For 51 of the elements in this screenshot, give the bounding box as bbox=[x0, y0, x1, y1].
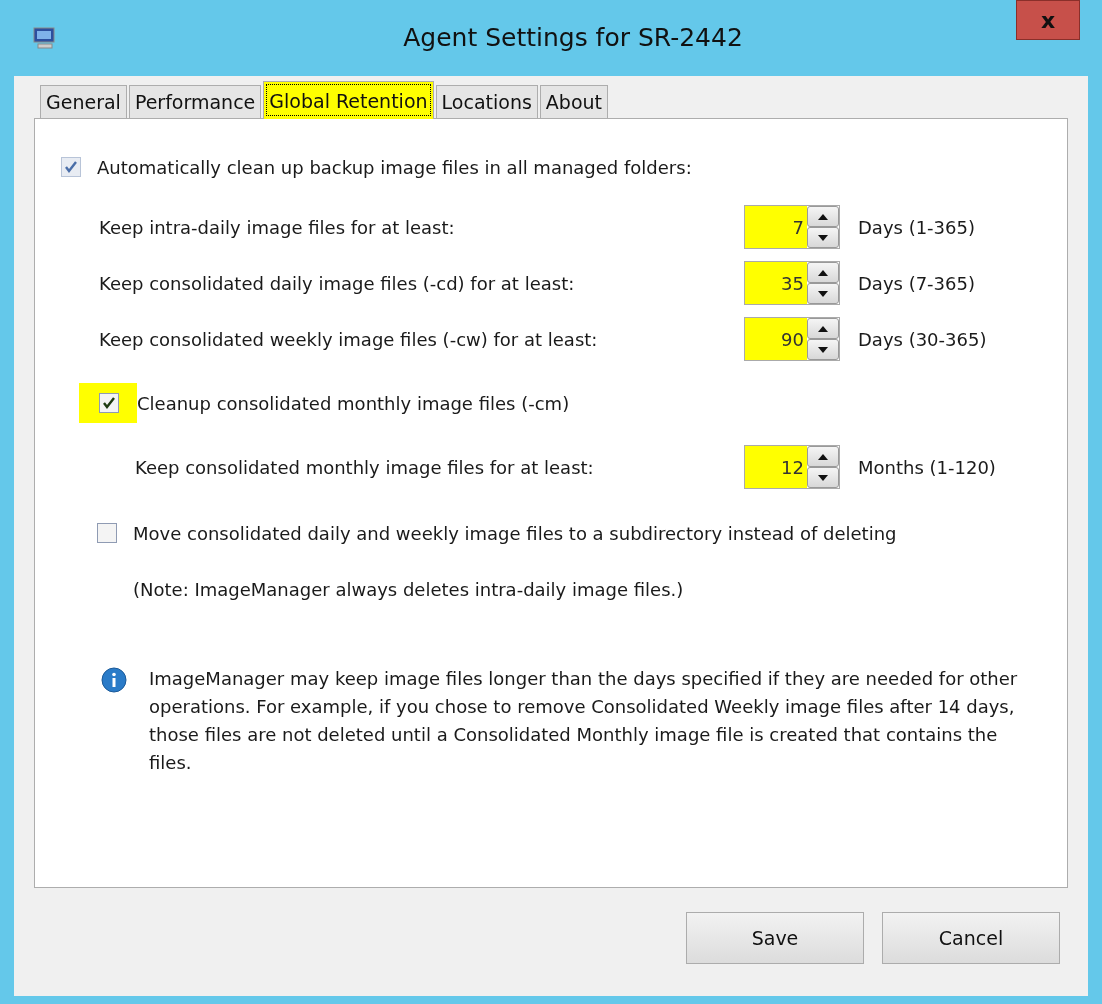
setting-label: Keep intra-daily image files for at least: bbox=[99, 216, 456, 238]
tab[interactable]: Global Retention bbox=[263, 81, 434, 119]
dialog-button[interactable]: Cancel bbox=[882, 912, 1060, 964]
checkbox[interactable] bbox=[99, 393, 119, 413]
checkbox-label: Cleanup consolidated monthly image files (-cm) bbox=[137, 392, 570, 414]
close-button[interactable]: x bbox=[1016, 0, 1080, 40]
checkmark-icon bbox=[102, 396, 116, 410]
tab[interactable]: Locations bbox=[435, 85, 538, 118]
tab[interactable]: About bbox=[539, 85, 608, 118]
note-text: (Note: ImageManager always deletes intra-daily image files.) bbox=[133, 578, 684, 600]
unit-label: Days (30-365) bbox=[858, 328, 987, 350]
up-triangle-icon bbox=[818, 269, 828, 276]
checkbox-label: Move consolidated daily and weekly image files to a subdirectory instead of deleting bbox=[133, 522, 897, 544]
number-spinner[interactable]: 7 bbox=[744, 205, 840, 249]
tab[interactable]: General bbox=[40, 85, 127, 118]
tab[interactable]: Performance bbox=[128, 85, 262, 118]
unit-label: Days (1-365) bbox=[858, 216, 975, 238]
down-triangle-icon bbox=[818, 290, 828, 297]
down-triangle-icon bbox=[818, 474, 828, 481]
down-arrow-button[interactable] bbox=[807, 467, 839, 488]
setting-label: Keep consolidated weekly image files (-cw) for at least: bbox=[99, 328, 599, 350]
dialog-button[interactable]: Save bbox=[686, 912, 864, 964]
setting-label: Keep consolidated daily image files (-cd) for at least: bbox=[99, 272, 576, 294]
up-triangle-icon bbox=[818, 325, 828, 332]
unit-label: Days (7-365) bbox=[858, 272, 975, 294]
up-triangle-icon bbox=[818, 213, 828, 220]
checkbox-label: Automatically clean up backup image files in all managed folders: bbox=[97, 156, 692, 178]
checkbox[interactable] bbox=[97, 523, 117, 543]
computer-icon bbox=[32, 25, 58, 51]
number-spinner[interactable]: 12 bbox=[744, 445, 840, 489]
up-arrow-button[interactable] bbox=[807, 446, 839, 467]
down-arrow-button[interactable] bbox=[807, 227, 839, 248]
number-spinner[interactable]: 90 bbox=[744, 317, 840, 361]
up-arrow-button[interactable] bbox=[807, 318, 839, 339]
down-triangle-icon bbox=[818, 234, 828, 241]
up-triangle-icon bbox=[818, 453, 828, 460]
up-arrow-button[interactable] bbox=[807, 262, 839, 283]
down-arrow-button[interactable] bbox=[807, 339, 839, 360]
spinner-value: 7 bbox=[745, 206, 807, 248]
setting-label: Keep consolidated monthly image files for at least: bbox=[135, 456, 595, 478]
up-arrow-button[interactable] bbox=[807, 206, 839, 227]
info-text: ImageManager may keep image files longer than the days specified if they are needed for other operations. For example, if you chose to remove Consolidated Weekly image files after 14 days, those files are not deleted until a Consolidated Monthly image file is created that contains the files. bbox=[149, 667, 1019, 775]
checkmark-icon bbox=[64, 160, 78, 174]
info-icon bbox=[101, 667, 127, 693]
down-arrow-button[interactable] bbox=[807, 283, 839, 304]
spinner-value: 90 bbox=[745, 318, 807, 360]
down-triangle-icon bbox=[818, 346, 828, 353]
spinner-value: 12 bbox=[745, 446, 807, 488]
spinner-value: 35 bbox=[745, 262, 807, 304]
number-spinner[interactable]: 35 bbox=[744, 261, 840, 305]
unit-label: Months (1-120) bbox=[858, 456, 996, 478]
